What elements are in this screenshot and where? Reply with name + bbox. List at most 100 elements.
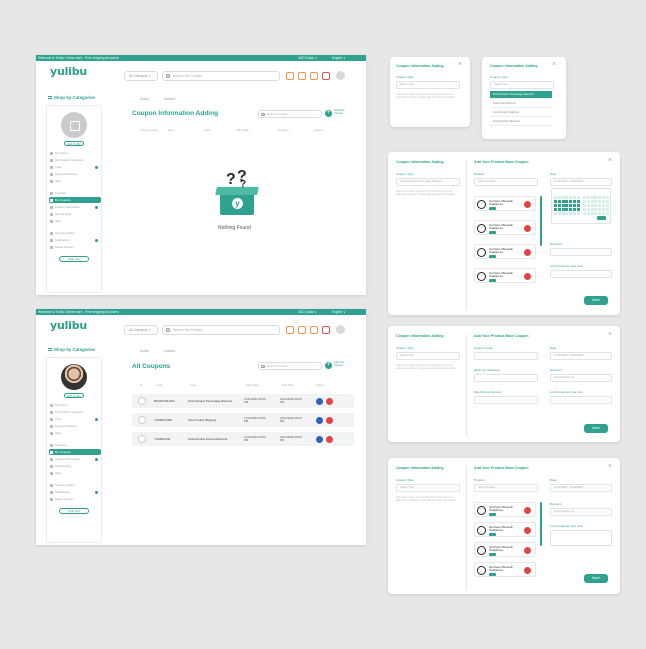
edit-icon[interactable] xyxy=(316,416,323,424)
close-icon[interactable]: × xyxy=(608,331,612,338)
tab-active[interactable]: Active xyxy=(140,349,149,353)
delete-icon[interactable] xyxy=(326,397,333,405)
calendar-ok-button[interactable] xyxy=(597,216,606,220)
calendar-day[interactable] xyxy=(590,212,594,215)
calendar-day[interactable] xyxy=(583,200,586,203)
calendar-day[interactable] xyxy=(583,208,586,211)
calendar-day[interactable] xyxy=(561,196,565,199)
sidebar-item-favorites[interactable]: Favorites xyxy=(49,190,101,196)
remove-icon[interactable] xyxy=(524,507,531,514)
coupon-type-select[interactable]: Select Type xyxy=(396,352,460,360)
tab-inactive[interactable]: Inactive xyxy=(164,97,175,101)
language-select[interactable]: English ∨ xyxy=(332,309,346,315)
sidebar-item-coupons[interactable]: My Coupons xyxy=(49,449,101,455)
calendar-day[interactable] xyxy=(565,196,569,199)
calendar-day[interactable] xyxy=(594,204,598,207)
calendar-day[interactable] xyxy=(557,196,561,199)
sidebar-item-coupon-info[interactable]: Coupon Information xyxy=(49,456,101,462)
add-coupon-button[interactable]: + xyxy=(325,110,332,117)
calendar-day[interactable] xyxy=(561,200,565,203)
compare-icon[interactable] xyxy=(286,72,294,80)
table-row[interactable]: YULIBU1234 Fixed Product Amount Discount… xyxy=(132,432,354,446)
discount-input[interactable] xyxy=(550,248,612,256)
calendar-day[interactable] xyxy=(573,212,576,215)
sidebar-item-coupon-info[interactable]: Coupon Information xyxy=(49,204,101,210)
sidebar-item-coupons[interactable]: My Coupons xyxy=(49,197,101,203)
calendar-day[interactable] xyxy=(602,212,605,215)
sidebar-item-shop-setting[interactable]: Shop Setting xyxy=(49,211,101,217)
coupon-type-select[interactable]: Select Type xyxy=(396,484,460,492)
row-checkbox[interactable] xyxy=(138,397,146,405)
sidebar-item-notifications[interactable]: Notifications xyxy=(49,237,101,243)
calendar-day[interactable] xyxy=(605,212,609,215)
min-shopping-input[interactable] xyxy=(474,374,538,382)
cart-icon[interactable] xyxy=(310,72,318,80)
calendar-day[interactable] xyxy=(598,200,602,203)
add-coupon-button[interactable]: + xyxy=(325,362,332,369)
search-input[interactable]: Search the Product xyxy=(162,71,280,81)
logo[interactable]: yulibu xyxy=(50,319,87,332)
sidebar-item-security[interactable]: Security Setting xyxy=(49,482,101,488)
calendar-day[interactable] xyxy=(590,196,594,199)
calendar-day[interactable] xyxy=(594,200,598,203)
sidebar-item-notifications[interactable]: Notifications xyxy=(49,489,101,495)
sign-out-button[interactable]: Sign Out xyxy=(59,508,89,514)
close-icon[interactable]: × xyxy=(552,61,556,68)
delete-icon[interactable] xyxy=(326,435,333,443)
sidebar-item-delete[interactable]: Delete Account xyxy=(49,244,101,250)
calendar-day[interactable] xyxy=(605,200,609,203)
calendar-day[interactable] xyxy=(554,212,557,215)
sidebar-item-chat[interactable]: Chat xyxy=(49,164,101,170)
compare-icon[interactable] xyxy=(286,326,294,334)
calendar-day[interactable] xyxy=(576,212,580,215)
product-select[interactable]: Select Product xyxy=(474,484,538,492)
limit-input[interactable] xyxy=(550,530,612,546)
table-row[interactable]: BOUN12341234 Fixed Product Percentage Di… xyxy=(132,394,354,408)
shop-by-categories[interactable]: Shop by Categories xyxy=(48,95,95,100)
calendar-day[interactable] xyxy=(557,208,561,211)
calendar-day[interactable] xyxy=(598,208,602,211)
calendar-day[interactable] xyxy=(586,212,590,215)
user-avatar[interactable] xyxy=(336,71,345,80)
calendar-day[interactable] xyxy=(586,204,590,207)
category-select[interactable]: All Category ∨ xyxy=(124,71,158,81)
calendar-day[interactable] xyxy=(590,200,594,203)
sidebar-item-orders[interactable]: My Orders xyxy=(49,150,101,156)
calendar-day[interactable] xyxy=(565,212,569,215)
date-input[interactable]: 11/12/2022 - 24/12/2022 xyxy=(550,352,612,360)
sidebar-item-collections[interactable]: My Product Collections xyxy=(49,409,101,415)
discount-input[interactable]: Fixed Product % xyxy=(550,374,612,382)
calendar-day[interactable] xyxy=(573,208,576,211)
calendar-day[interactable] xyxy=(569,200,573,203)
category-select[interactable]: All Category ∨ xyxy=(124,325,158,335)
save-button[interactable]: Save xyxy=(584,574,608,583)
sidebar-item-help-2[interactable]: Help xyxy=(49,470,101,476)
remove-icon[interactable] xyxy=(524,567,531,574)
max-discount-input[interactable] xyxy=(474,396,538,404)
heart-icon[interactable] xyxy=(298,326,306,334)
calendar-day[interactable] xyxy=(602,200,605,203)
option-shipping[interactable]: Free Product Shipping xyxy=(490,109,552,117)
product-scrollbar[interactable] xyxy=(540,196,542,246)
heart-icon[interactable] xyxy=(298,72,306,80)
search-input[interactable]: Search the Product xyxy=(162,325,280,335)
calendar-day[interactable] xyxy=(565,200,569,203)
tab-inactive[interactable]: Inactive xyxy=(164,349,175,353)
limit-input[interactable] xyxy=(550,396,612,404)
coupon-type-select[interactable]: Select Type xyxy=(490,81,554,89)
calendar-day[interactable] xyxy=(576,196,580,199)
coupon-type-select[interactable]: Select Type xyxy=(396,81,460,89)
calendar-day[interactable] xyxy=(554,196,557,199)
sign-out-button[interactable]: Sign Out xyxy=(59,256,89,262)
save-button[interactable]: Save xyxy=(584,296,608,305)
sidebar-item-help-2[interactable]: Help xyxy=(49,218,101,224)
coupon-search-input[interactable]: Search Coupon xyxy=(258,110,322,118)
calendar-day[interactable] xyxy=(602,208,605,211)
bell-icon[interactable] xyxy=(322,72,330,80)
product-scrollbar[interactable] xyxy=(540,502,542,546)
date-input[interactable]: 11/12/2022 - 24/12/2022 xyxy=(550,484,612,492)
calendar-day[interactable] xyxy=(569,196,573,199)
remove-icon[interactable] xyxy=(524,527,531,534)
calendar-day[interactable] xyxy=(554,208,557,211)
calendar-day[interactable] xyxy=(583,204,586,207)
